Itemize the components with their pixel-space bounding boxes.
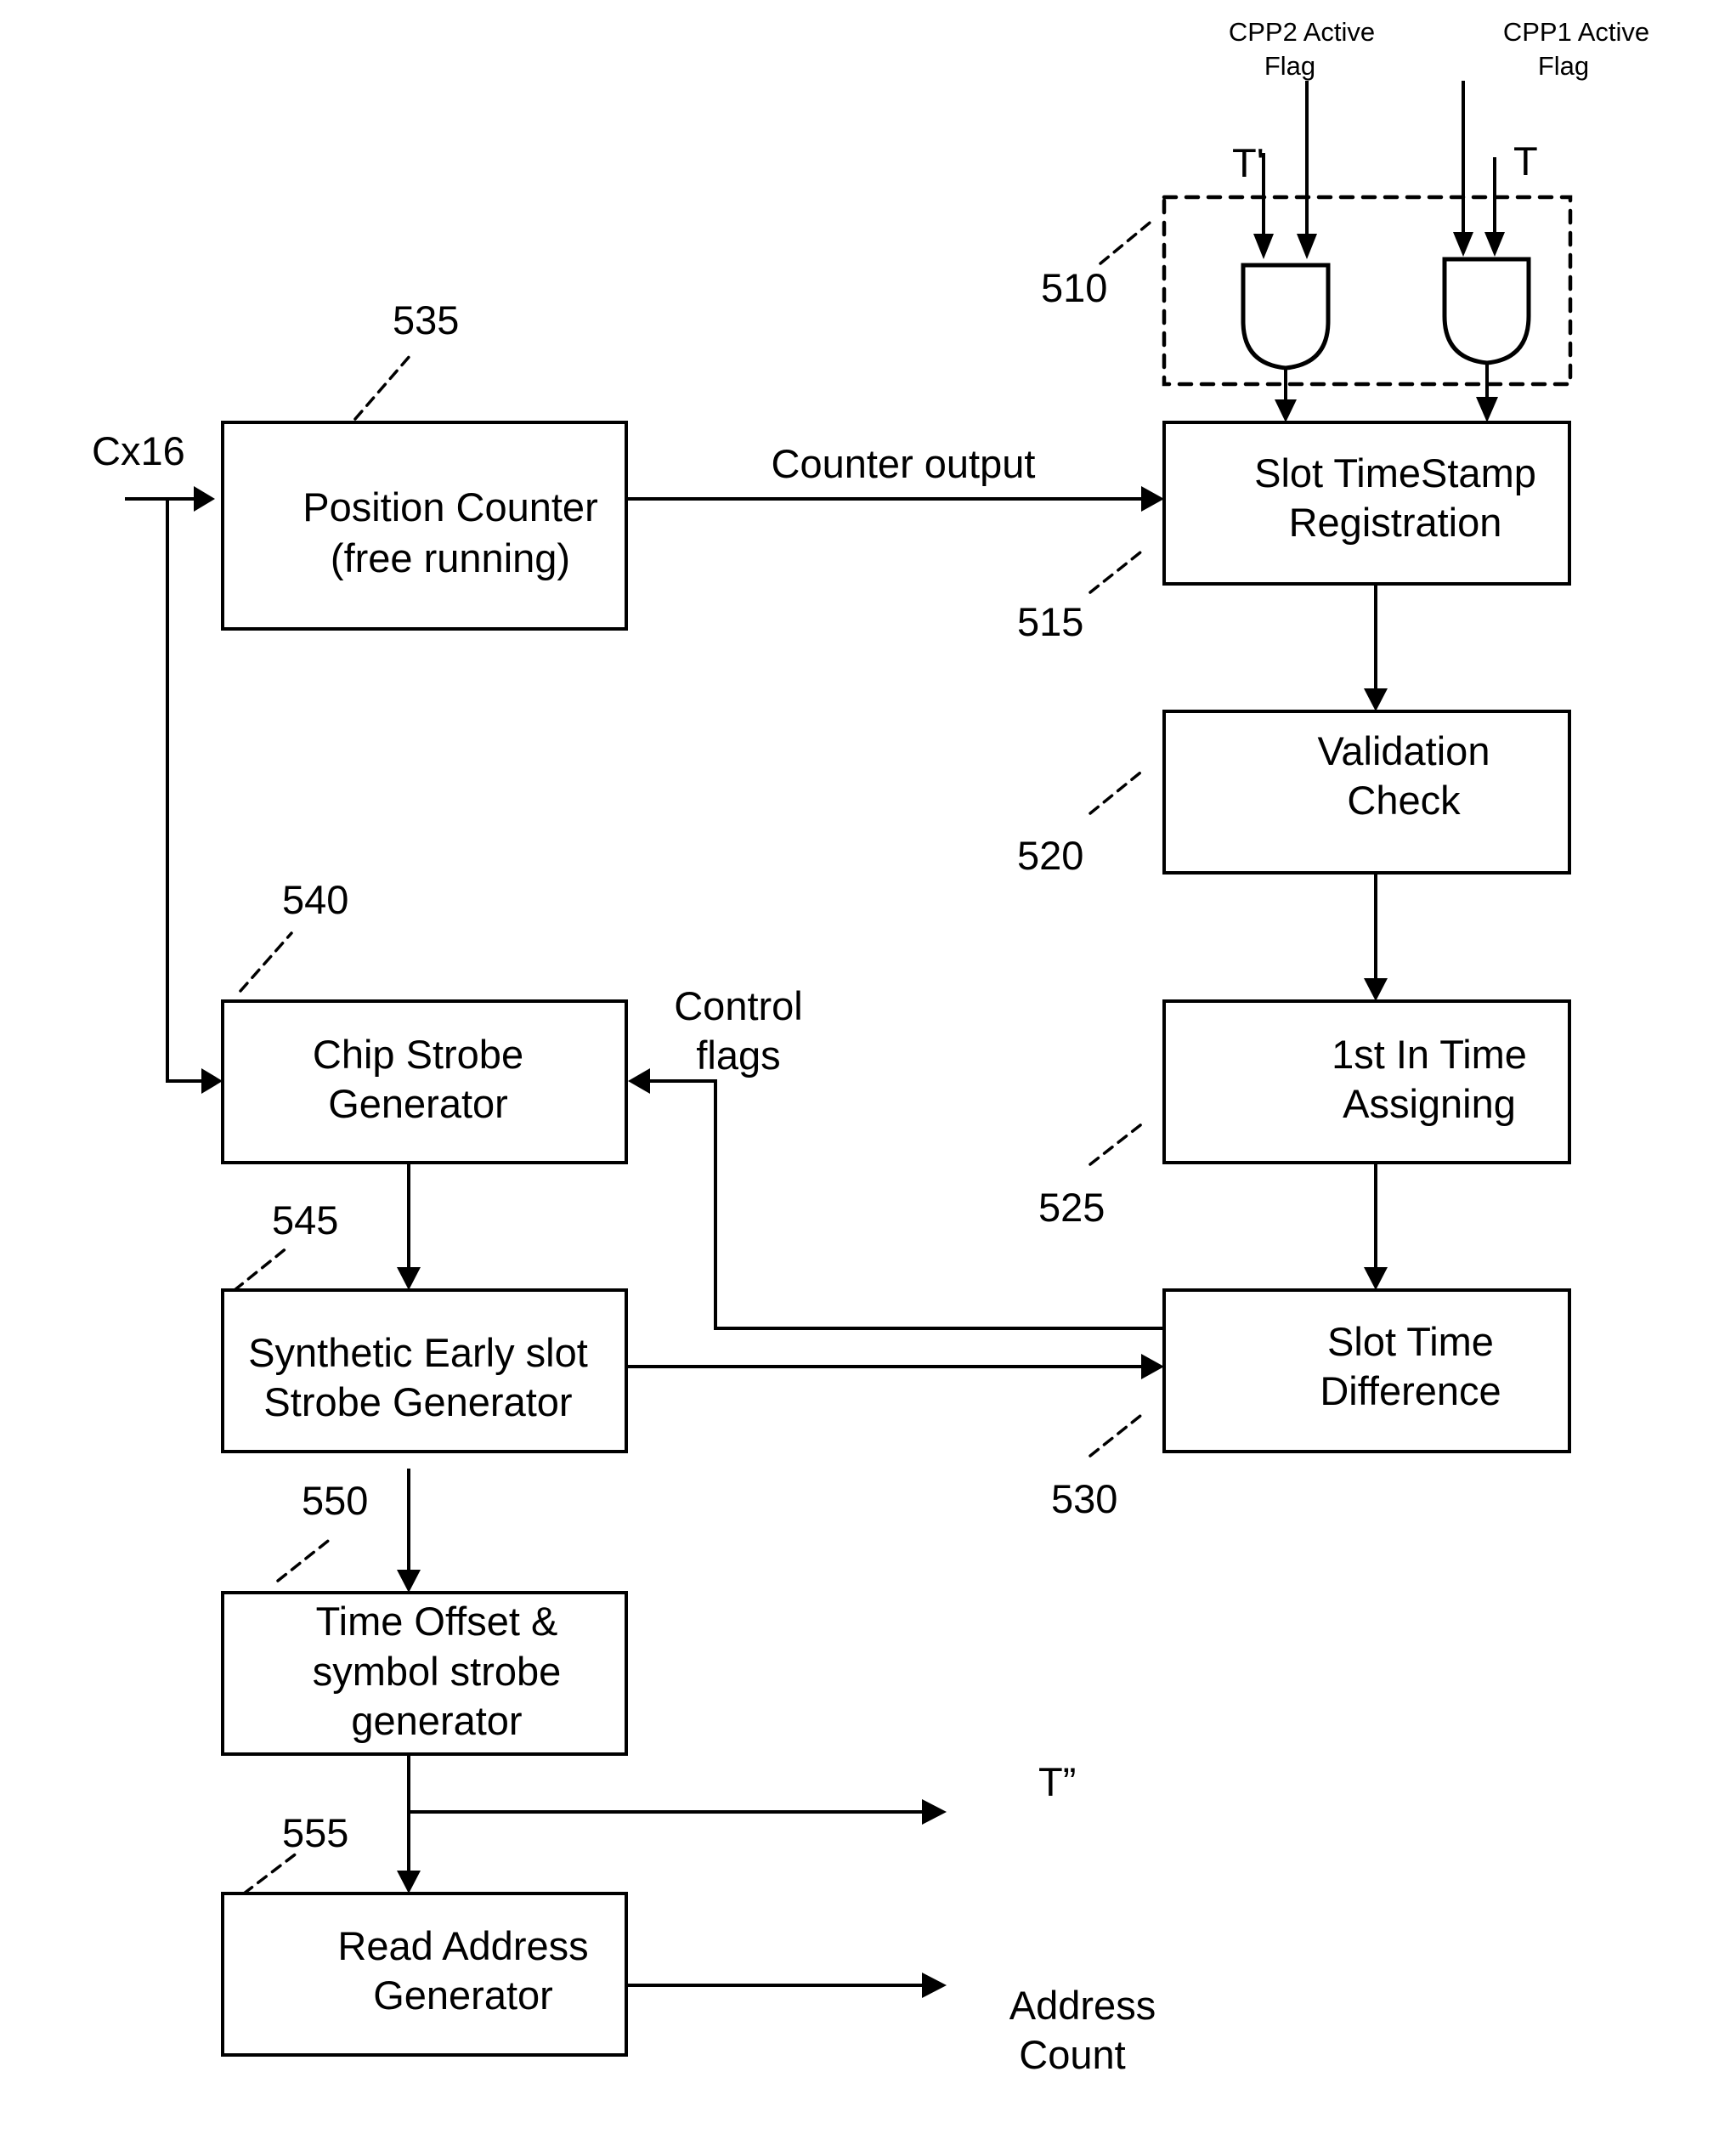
cpp2-gate-output-arrowhead bbox=[1275, 399, 1297, 422]
ref-leader-520 bbox=[1089, 767, 1146, 815]
ref-number-520: 520 bbox=[1017, 833, 1083, 878]
ref-leader-540 bbox=[239, 931, 293, 993]
block-time-offset-line1: Time Offset & bbox=[316, 1599, 558, 1644]
ref-number-515: 515 bbox=[1017, 599, 1083, 644]
ref-leader-530 bbox=[1089, 1411, 1146, 1458]
block-slot-time-difference-line1: Slot Time bbox=[1327, 1319, 1494, 1364]
block-read-address-generator-line1: Read Address bbox=[337, 1923, 588, 1968]
t-label: T bbox=[1513, 139, 1538, 184]
control-flags-arrowhead bbox=[628, 1068, 650, 1094]
block-synthetic-early-slot-strobe-generator-line2: Strobe Generator bbox=[263, 1379, 572, 1424]
arrowhead-545-to-530 bbox=[1141, 1354, 1164, 1379]
arrowhead-550-to-555 bbox=[397, 1871, 421, 1893]
block-slot-timestamp-registration-line2: Registration bbox=[1289, 500, 1502, 545]
block-diagram: CPP2 Active Flag CPP1 Active Flag T' T 5… bbox=[92, 17, 1649, 2077]
and-gate-cpp2-icon bbox=[1241, 263, 1331, 371]
ref-leader-510 bbox=[1099, 218, 1156, 265]
cx16-arrowhead bbox=[194, 486, 215, 512]
arrowhead-525-to-530 bbox=[1364, 1267, 1388, 1290]
ref-leader-515 bbox=[1089, 547, 1146, 594]
ref-number-545: 545 bbox=[272, 1197, 338, 1242]
ref-number-540: 540 bbox=[282, 877, 348, 922]
ref-number-550: 550 bbox=[302, 1478, 368, 1523]
t-double-prime-label: T” bbox=[1038, 1759, 1076, 1804]
arrowhead-545-to-550 bbox=[397, 1570, 421, 1593]
cpp1-gate-output-arrowhead bbox=[1476, 397, 1498, 422]
block-first-in-time-assigning-line1: 1st In Time bbox=[1332, 1032, 1527, 1077]
ref-number-555: 555 bbox=[282, 1810, 348, 1855]
arrowhead-515-to-520 bbox=[1364, 688, 1388, 711]
ref-leader-555 bbox=[242, 1851, 299, 1895]
block-read-address-generator-line2: Generator bbox=[373, 1973, 553, 2018]
cx16-branch-arrowhead bbox=[201, 1068, 223, 1094]
block-validation-check-line1: Validation bbox=[1318, 728, 1490, 773]
block-chip-strobe-generator-line1: Chip Strobe bbox=[313, 1032, 523, 1077]
t-prime-arrowhead bbox=[1253, 234, 1274, 259]
control-flags-label-line1: Control bbox=[674, 983, 803, 1028]
t-prime-label: T' bbox=[1232, 140, 1264, 185]
address-count-arrowhead bbox=[922, 1973, 947, 1998]
cpp1-active-flag-label-line1: CPP1 Active bbox=[1503, 17, 1649, 47]
counter-output-label: Counter output bbox=[772, 441, 1036, 486]
block-chip-strobe-generator-line2: Generator bbox=[328, 1081, 508, 1126]
t-double-prime-arrowhead bbox=[922, 1799, 947, 1825]
block-synthetic-early-slot-strobe-generator-line1: Synthetic Early slot bbox=[248, 1330, 588, 1375]
ref-number-535: 535 bbox=[393, 297, 459, 342]
block-first-in-time-assigning-line2: Assigning bbox=[1343, 1081, 1516, 1126]
block-slot-time-difference-line2: Difference bbox=[1320, 1368, 1501, 1413]
ref-leader-525 bbox=[1089, 1120, 1146, 1166]
and-gate-cpp1-icon bbox=[1442, 257, 1531, 365]
ref-number-530: 530 bbox=[1051, 1476, 1117, 1521]
ref-leader-550 bbox=[276, 1537, 333, 1582]
cpp2-active-flag-label-line2: Flag bbox=[1264, 51, 1315, 81]
ref-number-525: 525 bbox=[1038, 1185, 1105, 1230]
block-time-offset-line3: generator bbox=[351, 1698, 522, 1743]
ref-leader-545 bbox=[233, 1246, 289, 1292]
block-slot-timestamp-registration-line1: Slot TimeStamp bbox=[1254, 450, 1536, 495]
cx16-branch-wire bbox=[166, 499, 208, 1083]
t-arrowhead bbox=[1484, 232, 1505, 257]
counter-output-arrowhead bbox=[1141, 486, 1164, 512]
block-position-counter-line2: (free running) bbox=[331, 535, 570, 580]
cpp2-flag-arrowhead bbox=[1297, 234, 1317, 259]
ref-leader-535 bbox=[353, 354, 412, 421]
block-validation-check-line2: Check bbox=[1347, 778, 1461, 823]
cpp2-active-flag-label-line1: CPP2 Active bbox=[1229, 17, 1375, 47]
cpp1-flag-arrowhead bbox=[1453, 232, 1473, 257]
arrowhead-540-to-545 bbox=[397, 1267, 421, 1290]
address-count-label-line1: Address bbox=[1009, 1983, 1156, 2028]
ref-number-510: 510 bbox=[1041, 265, 1107, 310]
cx16-label: Cx16 bbox=[92, 428, 185, 473]
address-count-label-line2: Count bbox=[1019, 2032, 1125, 2077]
block-time-offset-line2: symbol strobe bbox=[313, 1649, 562, 1694]
arrowhead-520-to-525 bbox=[1364, 978, 1388, 1001]
cpp1-active-flag-label-line2: Flag bbox=[1538, 51, 1589, 81]
control-flags-label-line2: flags bbox=[696, 1033, 780, 1078]
block-position-counter-line1: Position Counter bbox=[303, 484, 597, 529]
